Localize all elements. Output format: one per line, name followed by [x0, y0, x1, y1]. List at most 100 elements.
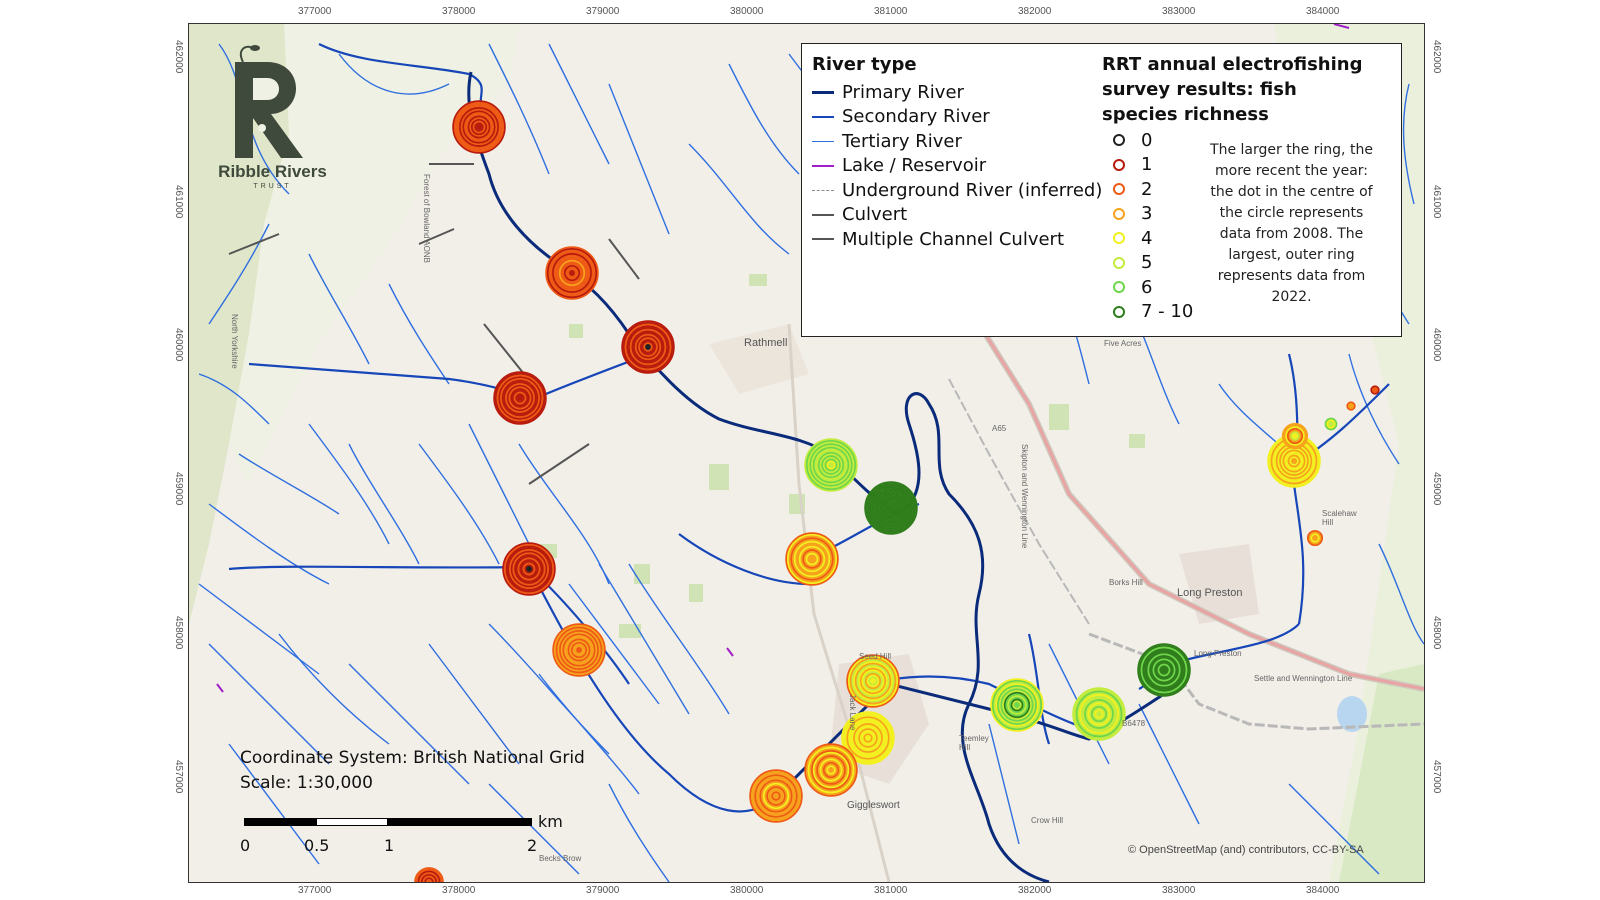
x-tick-bottom: 380000 [730, 885, 764, 896]
scale-bar-segment [244, 818, 316, 826]
richness-item: 4 [1113, 226, 1152, 250]
river-type-item: Lake / Reservoir [812, 154, 986, 178]
survey-site-marker[interactable] [493, 371, 547, 425]
river-type-swatch [812, 115, 834, 118]
survey-site-marker[interactable] [502, 542, 556, 596]
survey-site-marker[interactable] [785, 532, 839, 586]
survey-ring [809, 556, 815, 562]
place-label: Rathmell [744, 337, 788, 349]
logo-subtitle: TRUST [253, 183, 292, 190]
map-info: Coordinate System: British National Grid… [240, 746, 585, 796]
logo-name: Ribble Rivers [218, 162, 327, 181]
river-type-label: Tertiary River [842, 130, 962, 152]
y-tick-left: 462000 [173, 40, 184, 74]
survey-ring [865, 735, 871, 741]
place-label: Seed Hill [859, 652, 892, 661]
river-type-label: Underground River (inferred) [842, 179, 1103, 201]
y-tick-left: 459000 [173, 472, 184, 506]
river-type-item: Underground River (inferred) [812, 178, 1102, 202]
survey-ring [1161, 667, 1167, 673]
y-tick-left: 461000 [173, 185, 184, 219]
river-type-swatch [812, 213, 834, 216]
survey-site-marker[interactable] [1346, 401, 1356, 411]
richness-ring-icon [1113, 256, 1125, 269]
survey-site-marker[interactable] [545, 246, 599, 300]
survey-ring [828, 462, 834, 468]
place-label: Scalehaw Hill [1322, 509, 1357, 527]
survey-site-marker[interactable] [804, 438, 858, 492]
x-tick-top: 377000 [298, 6, 332, 17]
x-tick-top: 378000 [442, 6, 476, 17]
ribble-rivers-trust-logo: Ribble Rivers TRUST [205, 40, 340, 190]
survey-ring [1292, 433, 1298, 439]
survey-ring [870, 678, 876, 684]
y-tick-right: 458000 [1431, 616, 1442, 650]
survey-site-marker[interactable] [452, 100, 506, 154]
survey-ring [1291, 458, 1297, 464]
survey-ring [1014, 702, 1020, 708]
richness-ring-icon [1113, 183, 1125, 195]
survey-ring [1328, 421, 1334, 427]
richness-title: RRT annual electrofishing survey results… [1102, 54, 1363, 125]
survey-ring [828, 767, 834, 773]
survey-ring [1312, 535, 1318, 541]
road-label: A65 [992, 424, 1007, 433]
survey-site-marker[interactable] [552, 623, 606, 677]
richness-item: 0 [1113, 128, 1152, 152]
survey-ring [569, 270, 575, 276]
survey-ring [773, 793, 779, 799]
richness-item: 7 - 10 [1113, 300, 1193, 324]
survey-site-marker[interactable] [990, 678, 1044, 732]
place-label: Teemley Hill [959, 734, 989, 752]
richness-ring-icon [1113, 158, 1125, 171]
richness-item: 2 [1113, 177, 1152, 201]
richness-item: 5 [1113, 251, 1152, 275]
survey-ring [526, 566, 532, 572]
survey-site-marker[interactable] [864, 481, 918, 535]
river-type-label: Culvert [842, 204, 908, 225]
x-tick-top: 383000 [1162, 6, 1196, 17]
x-tick-bottom: 381000 [874, 885, 908, 896]
survey-site-marker[interactable] [1306, 529, 1324, 547]
survey-site-marker[interactable] [749, 769, 803, 823]
place-label: Settle and Wennington Line [1254, 674, 1353, 683]
river-type-swatch [812, 164, 834, 167]
richness-item: 6 [1113, 275, 1152, 299]
place-label: Long Preston [1177, 587, 1243, 599]
river-type-label: Secondary River [842, 106, 990, 127]
survey-ring [1348, 403, 1354, 409]
legend-note: The larger the ring, the more recent the… [1210, 142, 1373, 305]
river-type-swatch [812, 90, 834, 94]
map-attribution: © OpenStreetMap (and) contributors, CC-B… [1128, 844, 1364, 856]
place-label: Crow Hill [1031, 816, 1063, 825]
place-label: Skipton and Wennington Line [1020, 444, 1029, 549]
y-tick-left: 460000 [173, 328, 184, 362]
road-label: B6478 [1122, 719, 1146, 728]
survey-site-marker[interactable] [1324, 417, 1338, 431]
survey-site-marker[interactable] [621, 320, 675, 374]
river-type-label: Lake / Reservoir [842, 155, 987, 176]
survey-site-marker[interactable] [1370, 385, 1380, 395]
scale-bar-segment [316, 818, 388, 826]
survey-ring [1372, 387, 1378, 393]
place-label: Giggleswort [847, 800, 900, 811]
survey-ring [576, 647, 582, 653]
y-tick-left: 457000 [173, 760, 184, 794]
survey-site-marker[interactable] [804, 743, 858, 797]
survey-site-marker[interactable] [1072, 687, 1126, 741]
y-tick-right: 462000 [1431, 40, 1442, 74]
y-tick-left: 458000 [173, 616, 184, 650]
richness-label: 1 [1141, 154, 1153, 175]
survey-site-marker[interactable] [1137, 643, 1191, 697]
richness-ring-icon [1113, 232, 1125, 244]
river-type-item: Primary River [812, 80, 964, 104]
place-label: North Yorkshire [230, 314, 239, 369]
scale-bar-label: 0 [240, 836, 251, 855]
scale-label: Scale: 1:30,000 [240, 773, 373, 793]
survey-site-marker[interactable] [1281, 422, 1309, 450]
river-type-item: Culvert [812, 203, 907, 227]
scale-bar-label: 1 [384, 836, 395, 855]
x-tick-top: 379000 [586, 6, 620, 17]
place-label: Borks Hill [1109, 578, 1143, 587]
richness-label: 2 [1141, 178, 1153, 200]
